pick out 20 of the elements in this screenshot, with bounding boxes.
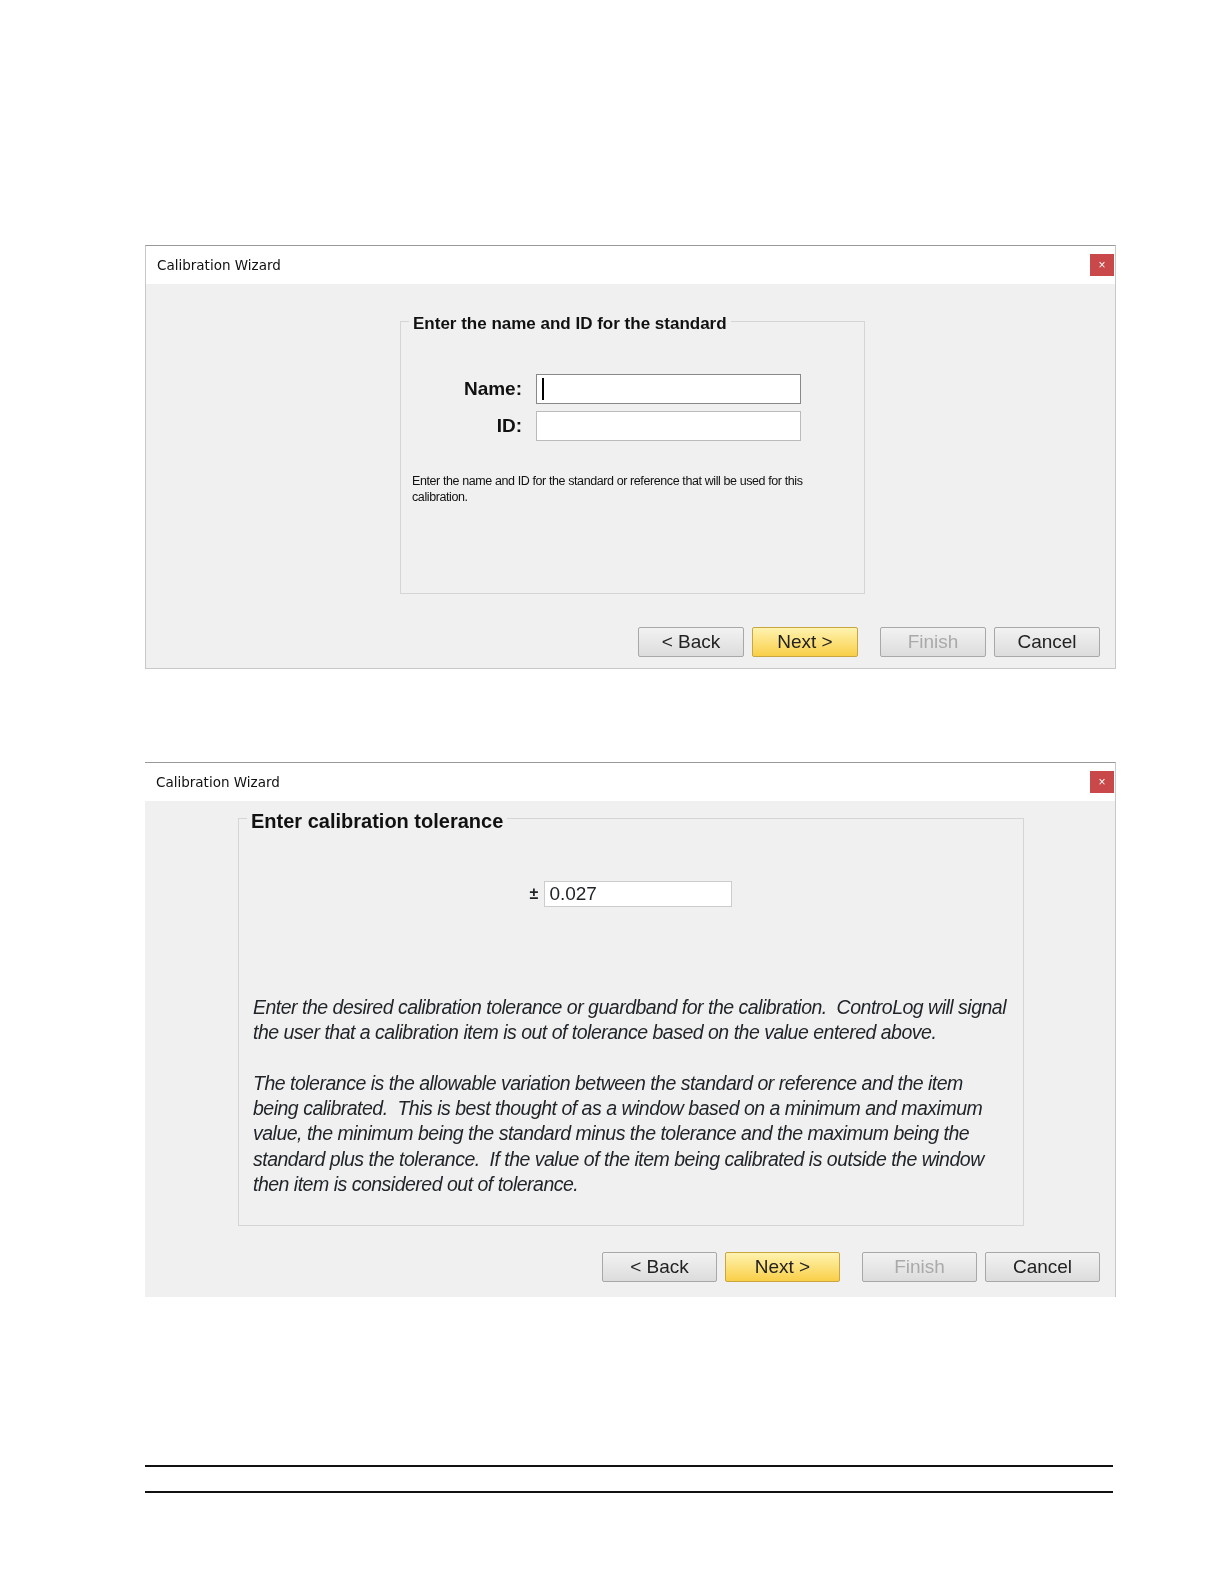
close-button[interactable]: ×	[1090, 254, 1114, 276]
text-cursor	[542, 378, 544, 400]
wizard-button[interactable]: < Back	[602, 1252, 717, 1282]
help-text: Enter the desired calibration tolerance or guardband for the calibration. ControLog will signal the user that a calibration item is out of tolerance based on the value entered above.	[253, 995, 1008, 1046]
input-field[interactable]	[536, 374, 801, 404]
window-title: Calibration Wizard	[157, 255, 281, 275]
input-field[interactable]: 0.027	[544, 881, 733, 907]
wizard-button[interactable]: < Back	[638, 627, 744, 657]
wizard-button[interactable]: Next >	[752, 627, 858, 657]
wizard-button[interactable]: Cancel	[994, 627, 1100, 657]
input-field[interactable]	[536, 411, 801, 441]
window-title: Calibration Wizard	[156, 772, 280, 792]
wizard-button[interactable]: Cancel	[985, 1252, 1100, 1282]
field-label: ID:	[495, 413, 523, 438]
wizard-button[interactable]: Next >	[725, 1252, 840, 1282]
help-text: Enter the name and ID for the standard or reference that will be used for this calibration.	[412, 473, 804, 506]
plus-minus-label: ±	[529, 884, 539, 904]
field-label: Name:	[462, 376, 523, 401]
help-text: The tolerance is the allowable variation between the standard or reference and the item being calibrated. This is best thought of as a window based on a minimum and maximum value, the minimum being the standard minus the tolerance and the maximum being the standard plus the tolerance. If the value of the item being calibrated is outside the window then item is considered out of tolerance.	[253, 1070, 986, 1198]
close-button[interactable]: ×	[1090, 771, 1114, 793]
